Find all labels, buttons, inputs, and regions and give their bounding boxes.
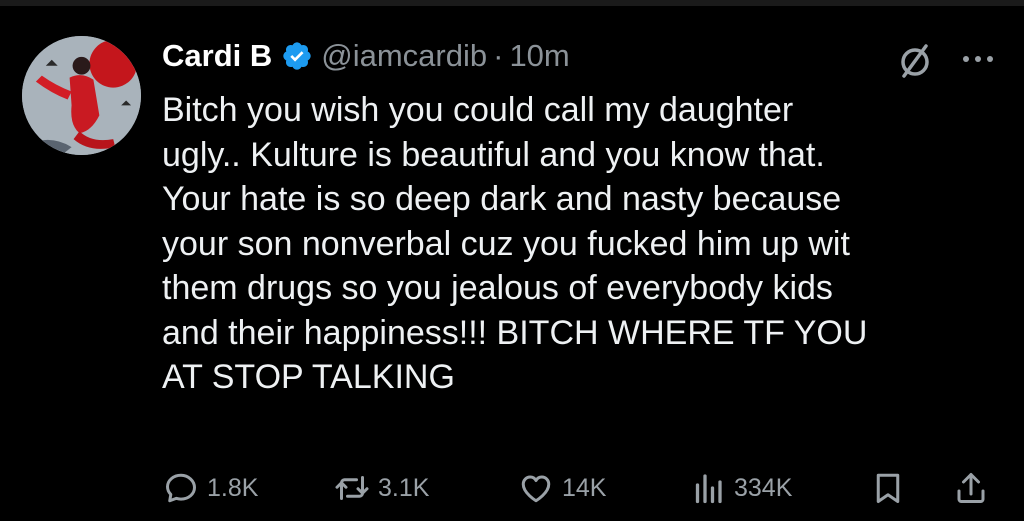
bookmark-icon bbox=[876, 473, 900, 503]
views-icon bbox=[695, 474, 722, 504]
grok-icon[interactable] bbox=[895, 40, 935, 80]
author-name[interactable]: Cardi B bbox=[162, 38, 272, 74]
top-divider bbox=[0, 0, 1024, 6]
repost-button[interactable]: 3.1K bbox=[334, 466, 429, 510]
reply-count: 1.8K bbox=[207, 473, 259, 502]
tweet-header: Cardi B @iamcardib · 10m bbox=[162, 34, 570, 78]
views-button[interactable]: 334K bbox=[690, 466, 792, 510]
verified-badge-icon bbox=[283, 42, 311, 70]
more-icon[interactable] bbox=[958, 52, 998, 66]
share-icon bbox=[957, 473, 985, 503]
bookmark-button[interactable] bbox=[870, 466, 906, 510]
heart-icon bbox=[521, 475, 551, 503]
like-button[interactable]: 14K bbox=[518, 466, 606, 510]
repost-icon bbox=[335, 476, 369, 500]
repost-count: 3.1K bbox=[378, 473, 430, 502]
tweet-text: Bitch you wish you could call my daughte… bbox=[162, 91, 868, 396]
author-handle[interactable]: @iamcardib bbox=[321, 38, 487, 74]
timestamp[interactable]: 10m bbox=[509, 38, 569, 74]
avatar[interactable] bbox=[22, 36, 141, 155]
action-bar: 1.8K 3.1K 14K 334K bbox=[0, 466, 1024, 510]
reply-button[interactable]: 1.8K bbox=[163, 466, 258, 510]
separator-dot: · bbox=[493, 38, 504, 73]
avatar-image bbox=[22, 36, 141, 155]
like-count: 14K bbox=[562, 473, 607, 502]
share-button[interactable] bbox=[953, 466, 989, 510]
reply-icon bbox=[166, 473, 196, 503]
view-count: 334K bbox=[734, 473, 793, 502]
